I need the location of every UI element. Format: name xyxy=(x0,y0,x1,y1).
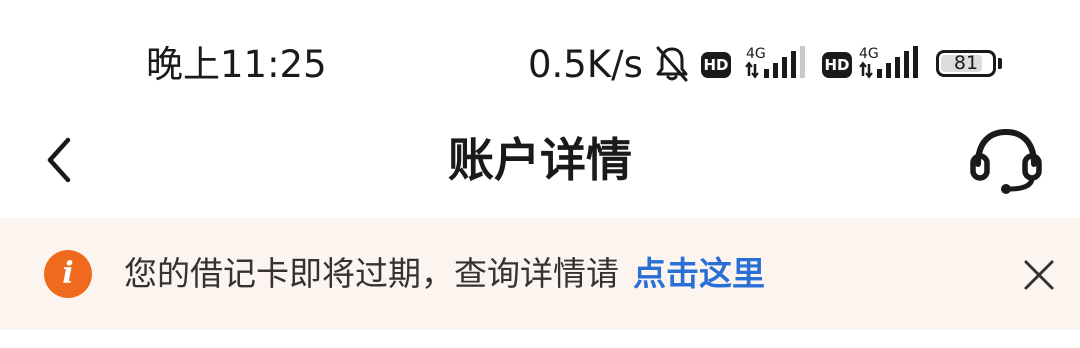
headset-icon[interactable] xyxy=(968,126,1044,196)
status-time: 晚上11:25 xyxy=(146,43,327,86)
signal-4g-icon-sim2: 4G xyxy=(859,46,918,79)
navigation-bar: 账户详情 xyxy=(0,110,1080,218)
click-here-link[interactable]: 点击这里 xyxy=(633,254,765,293)
card-expiry-notice: i 您的借记卡即将过期，查询详情请 点击这里 xyxy=(0,218,1080,330)
status-bar: 晚上11:25 0.5K/s HD 4G HD 4G 81 xyxy=(0,0,1080,110)
network-speed: 0.5K/s xyxy=(528,43,643,86)
notice-text: 您的借记卡即将过期，查询详情请 点击这里 xyxy=(124,248,765,300)
svg-text:4G: 4G xyxy=(746,46,766,62)
hd-badge-sim1: HD xyxy=(701,52,731,78)
page-title: 账户详情 xyxy=(448,133,632,187)
battery-icon: 81 xyxy=(936,50,996,77)
notice-message: 您的借记卡即将过期，查询详情请 xyxy=(124,254,619,293)
battery-tip xyxy=(998,58,1002,69)
bell-muted-icon xyxy=(656,46,688,82)
signal-4g-icon-sim1: 4G xyxy=(745,46,805,79)
close-icon[interactable] xyxy=(1018,254,1060,296)
info-icon: i xyxy=(44,250,92,298)
hd-badge-sim2: HD xyxy=(822,52,852,78)
battery-percentage: 81 xyxy=(953,52,979,74)
svg-text:4G: 4G xyxy=(859,46,879,62)
